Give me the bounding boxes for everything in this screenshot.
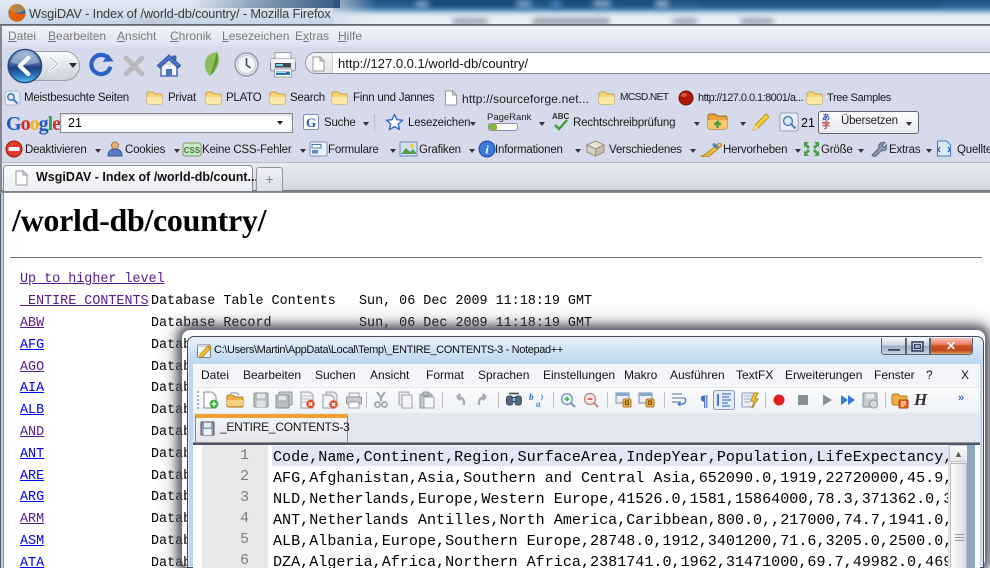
- svg-text:¶: ¶: [700, 393, 709, 409]
- svg-text:b: b: [529, 392, 534, 402]
- svg-text:CSS: CSS: [184, 146, 201, 155]
- svg-text:a: a: [536, 399, 541, 409]
